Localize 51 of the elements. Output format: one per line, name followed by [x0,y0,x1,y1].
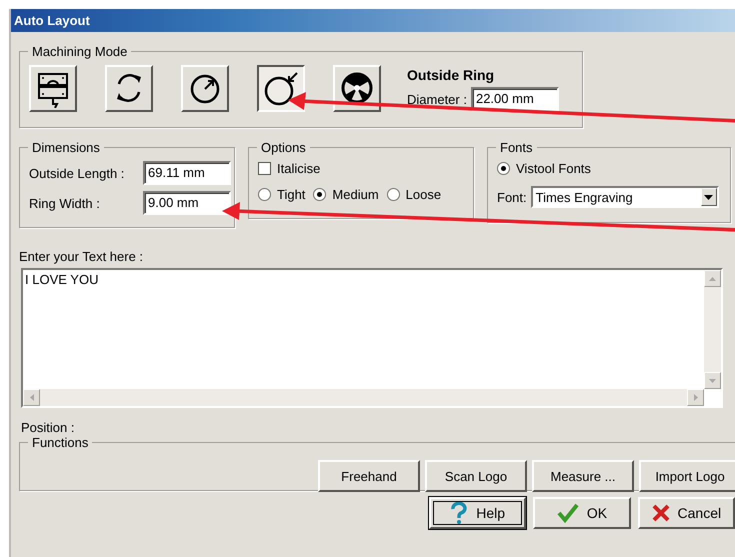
radio-button[interactable] [386,188,400,201]
italicise-checkbox[interactable] [258,162,271,175]
radio-label: Vistool Fonts [516,161,591,176]
radio-button[interactable] [497,162,510,175]
position-label: Position : [21,420,76,435]
circle-arrow-in-icon [263,70,299,108]
text-field[interactable]: I LOVE YOU [23,270,704,287]
check-icon [556,503,579,523]
field-label: Diameter : [407,92,467,106]
radio-label: Tight [277,187,306,202]
horizontal-scrollbar[interactable] [23,389,704,406]
vertical-scrollbar[interactable] [704,270,721,389]
cancel-button[interactable]: Cancel [638,497,735,529]
dropdown-arrow-icon [704,194,714,200]
window-title: Auto Layout [14,13,90,28]
right-arrow-icon [694,394,698,401]
down-arrow-icon [709,378,716,382]
function-button[interactable]: Freehand [318,460,420,492]
left-arrow-icon [30,394,34,401]
radio-label: Medium [332,187,379,202]
radio-button[interactable] [258,188,271,201]
field-label: Ring Width : [29,196,101,210]
mode-title: Outside Ring [407,67,496,83]
scroll-right-button[interactable] [687,389,704,406]
field-label: Outside Length : [29,166,126,180]
function-button[interactable]: Measure ... [532,460,634,492]
scroll-down-button[interactable] [704,372,721,389]
help-button[interactable]: Help [429,497,526,529]
group-label: Machining Mode [31,44,128,59]
mode-button[interactable] [257,65,305,112]
radio-button[interactable] [313,188,326,201]
scroll-left-button[interactable] [23,389,40,406]
checkbox-label: Italicise [277,161,320,176]
cross-icon [652,504,670,522]
font-dropdown[interactable]: Times Engraving [530,186,719,208]
field-label: Font: [497,190,527,204]
radio-label: Loose [406,187,442,202]
help-icon [450,502,468,524]
text-prompt: Enter your Text here : [19,249,144,264]
function-button[interactable]: Import Logo [639,460,735,492]
input-field[interactable]: 9.00 mm [143,191,231,215]
ok-button[interactable]: OK [533,497,631,529]
scroll-up-button[interactable] [704,270,721,287]
input-field[interactable]: 69.11 mm [143,161,231,185]
up-arrow-icon [709,276,716,280]
group-label: Options [260,140,307,155]
diameter-field[interactable]: 22.00 mm [470,87,559,111]
group-label: Dimensions [31,140,101,155]
group-label: Fonts [499,140,534,155]
group-label: Functions [31,435,90,450]
function-button[interactable]: Scan Logo [425,460,527,492]
